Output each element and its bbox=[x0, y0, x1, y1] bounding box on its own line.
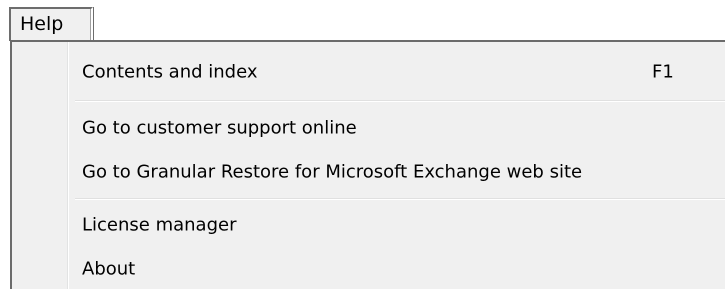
menu-item-granular-restore-web-site[interactable]: Go to Granular Restore for Microsoft Exc… bbox=[12, 150, 725, 194]
menu-item-license-manager[interactable]: License manager bbox=[12, 203, 725, 247]
menu-separator bbox=[75, 100, 725, 102]
menu-item-label: Contents and index bbox=[82, 61, 258, 83]
screen: Help Contents and index F1 Go to custome… bbox=[0, 0, 725, 289]
menu-item-shortcut: F1 bbox=[652, 61, 674, 83]
menu-item-label: Go to Granular Restore for Microsoft Exc… bbox=[82, 161, 583, 183]
menu-item-customer-support-online[interactable]: Go to customer support online bbox=[12, 106, 725, 150]
menu-separator bbox=[75, 198, 725, 200]
menu-bar: Help bbox=[0, 0, 725, 41]
menu-item-about[interactable]: About bbox=[12, 247, 725, 289]
menu-item-contents-and-index[interactable]: Contents and index F1 bbox=[12, 50, 725, 94]
menu-item-label: About bbox=[82, 258, 136, 280]
menu-item-label: Go to customer support online bbox=[82, 117, 357, 139]
help-menu-button[interactable]: Help bbox=[9, 7, 93, 41]
menu-item-label: License manager bbox=[82, 214, 237, 236]
help-dropdown-menu: Contents and index F1 Go to customer sup… bbox=[10, 40, 725, 289]
